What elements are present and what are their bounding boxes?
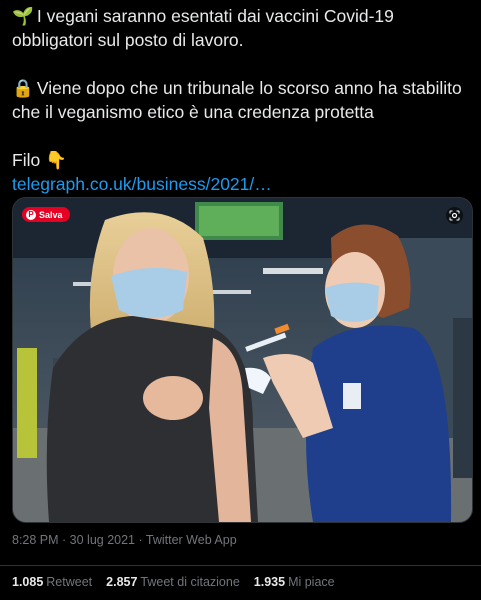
vaccination-photo (13, 198, 472, 522)
likes-count: 1.935 (253, 575, 286, 589)
retweets-label: Retweet (46, 575, 93, 589)
retweets-count: 1.085 (12, 575, 44, 589)
tweet-body: 🌱 I vegani saranno esentati dai vaccini … (12, 4, 474, 196)
tweet-stats: 1.085 Retweet 2.857 Tweet di citazione 1.9… (12, 575, 335, 589)
article-link[interactable]: telegraph.co.uk/business/2021/… (12, 174, 272, 194)
tweet-timestamp[interactable]: 8:28 PM · 30 lug 2021 · Twitter Web App (12, 533, 237, 547)
pinterest-save-button[interactable]: P Salva (22, 207, 70, 222)
tweet-line-2-text: Viene dopo che un tribunale lo scorso an… (12, 78, 462, 122)
tweet-photo[interactable]: P Salva (12, 197, 473, 523)
tweet-line-1-text: I vegani saranno esentati dai vaccini Co… (12, 6, 394, 50)
tweet-line-3: Filo 👇 (12, 148, 474, 172)
pointing-down-icon: 👇 (45, 150, 67, 170)
google-lens-icon (449, 210, 460, 221)
google-lens-button[interactable] (446, 207, 463, 224)
lock-icon: 🔒 (12, 78, 34, 98)
seedling-icon: 🌱 (12, 6, 34, 26)
likes-label: Mi piace (288, 575, 335, 589)
quotes-label: Tweet di citazione (140, 575, 240, 589)
pinterest-icon: P (26, 209, 36, 220)
save-label: Salva (39, 209, 63, 220)
tweet-line-2: 🔒 Viene dopo che un tribunale lo scorso … (12, 76, 474, 124)
tweet-line-1: 🌱 I vegani saranno esentati dai vaccini … (12, 4, 474, 52)
retweets-stat[interactable]: 1.085 Retweet (12, 575, 92, 589)
divider (0, 565, 481, 566)
thread-label: Filo (12, 150, 41, 170)
quote-tweets-stat[interactable]: 2.857 Tweet di citazione (106, 575, 240, 589)
likes-stat[interactable]: 1.935 Mi piace (254, 575, 335, 589)
quotes-count: 2.857 (106, 575, 138, 589)
